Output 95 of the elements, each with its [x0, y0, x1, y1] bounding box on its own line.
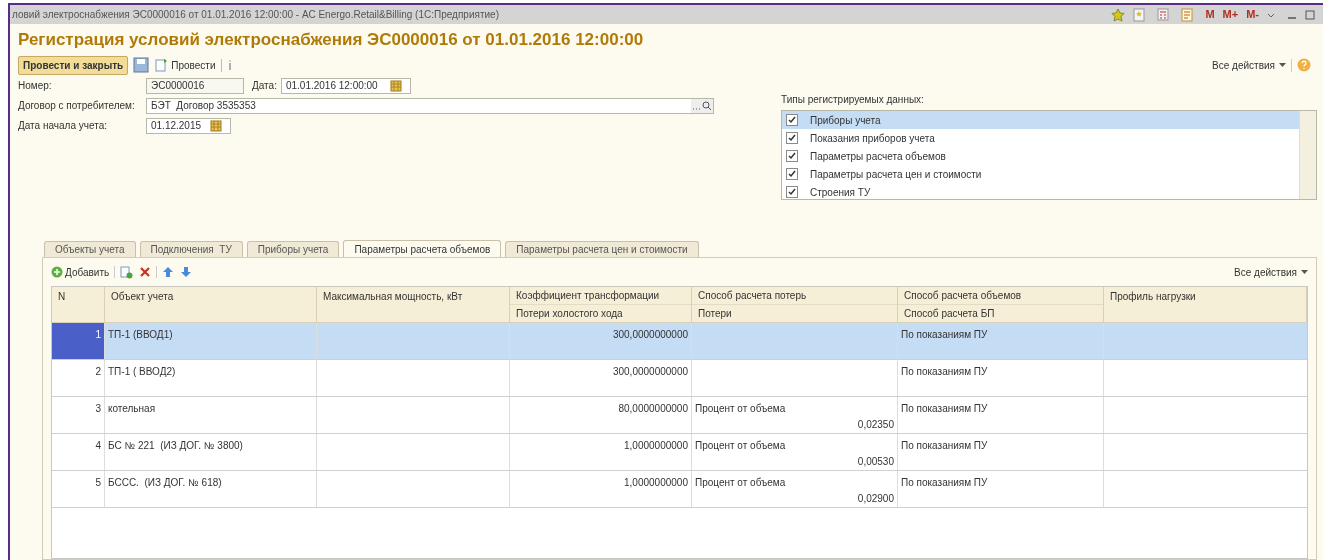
memory-button[interactable]: M [1205, 6, 1215, 23]
table-cell: Процент от объема [695, 403, 786, 414]
table-cell-text: 2 [95, 365, 101, 379]
column-header[interactable]: Максимальная мощность, кВт [317, 287, 509, 305]
checkbox[interactable] [786, 114, 798, 126]
table-cell-text: 1,0000000000 [624, 476, 688, 490]
date-field[interactable]: 01.01.2016 12:00:00 [280, 77, 411, 94]
field-label: Дата: [252, 79, 277, 93]
caret-icon [1279, 63, 1286, 67]
table-cell: По показаниям ПУ [901, 477, 988, 488]
list-item[interactable]: Строения ТУ [782, 183, 1299, 199]
checkbox[interactable] [786, 150, 798, 162]
maximize-icon[interactable] [1305, 9, 1315, 20]
tab[interactable]: Параметры расчета цен и стоимости [505, 241, 699, 257]
calendar-icon[interactable] [389, 79, 402, 92]
table-cell: Процент от объема [695, 477, 786, 488]
table-cell: По показаниям ПУ [901, 403, 988, 414]
field-label: Дата начала учета: [18, 119, 108, 133]
list-item[interactable]: Параметры расчета объемов [782, 147, 1299, 165]
delete-icon[interactable] [139, 266, 152, 278]
field-label: Номер: [18, 79, 53, 93]
column-header[interactable]: Способ расчета объемов [898, 287, 1103, 305]
column-header[interactable]: Способ расчета потерь [692, 287, 897, 305]
table-cell-text: 0,02900 [857, 491, 894, 506]
arrow-down-icon[interactable] [180, 266, 193, 278]
list-item[interactable]: Параметры расчета цен и стоимости [782, 165, 1299, 183]
table-cell-text: 1,0000000000 [624, 439, 688, 453]
table-cell-text: 80,0000000000 [618, 402, 688, 416]
copy-icon[interactable] [120, 265, 134, 279]
contract-field[interactable]: БЭТ Договор 3535353 [146, 97, 714, 114]
number-field[interactable]: ЭС0000016 [146, 77, 244, 94]
checkbox[interactable] [786, 186, 798, 198]
calculator-icon[interactable] [1157, 8, 1170, 21]
table-cell-text: 1 [95, 328, 101, 342]
calendar-icon[interactable] [210, 119, 222, 132]
window-title: ловий электроснабжения ЭС0000016 от 01.01.2016 12:00:00 - АС Energo.Retail&Billing (1С:Предприятие) [12, 8, 500, 22]
table-cell: ТП-1 (ВВОД1) [108, 329, 173, 340]
search-icon[interactable] [691, 98, 713, 113]
section-label: Типы регистрируемых данных: [781, 93, 925, 107]
table-cell: ТП-1 ( ВВОД2) [108, 366, 176, 377]
table-cell-text: 300,0000000000 [612, 328, 688, 342]
table-cell: Процент от объема [695, 440, 786, 451]
table-row[interactable]: 3 котельная 80,0000000000 Процент от объема 0,02350 По показаниям ПУ [52, 397, 1307, 434]
field-label: Договор с потребителем: [18, 99, 136, 113]
memory-button[interactable]: M- [1246, 6, 1259, 23]
date-field[interactable]: 01.12.2015 [146, 117, 231, 134]
table-cell-text: 3 [95, 402, 101, 416]
post-and-close-button[interactable]: Провести и закрыть [18, 55, 129, 75]
table-cell-text: 0,02350 [857, 417, 894, 432]
arrow-up-icon[interactable] [162, 266, 175, 278]
tab[interactable]: Подключения ТУ [139, 241, 243, 257]
column-header[interactable]: Потери [692, 304, 897, 322]
table-row[interactable]: 5 БССС. (ИЗ ДОГ. № 618) 1,0000000000 Процент от объема 0,02900 По показаниям ПУ [52, 471, 1307, 508]
column-header[interactable]: Способ расчета БП [898, 304, 1103, 322]
info-icon[interactable] [226, 59, 233, 71]
table-cell: БС № 221 (ИЗ ДОГ. № 3800) [108, 440, 243, 451]
column-header[interactable]: Коэффициент трансформации [510, 287, 691, 305]
document-icon [155, 58, 169, 72]
table-cell-text: 0,00530 [857, 454, 894, 469]
tab[interactable]: Параметры расчета объемов [343, 240, 502, 257]
table-cell: По показаниям ПУ [901, 366, 988, 377]
plus-icon [51, 266, 63, 278]
checkbox[interactable] [786, 132, 798, 144]
table-cell-text: 300,0000000000 [612, 365, 688, 379]
list-item[interactable]: Приборы учета [782, 111, 1299, 129]
save-icon[interactable] [133, 57, 150, 73]
column-header[interactable]: Потери холостого хода [510, 304, 691, 322]
table-cell: котельная [108, 403, 156, 414]
checkbox[interactable] [786, 168, 798, 180]
table-row[interactable]: 2 ТП-1 ( ВВОД2) 300,0000000000 По показаниям ПУ [52, 360, 1307, 397]
star-icon[interactable] [1111, 7, 1126, 22]
all-actions-button[interactable]: Все действия [1212, 57, 1286, 73]
table-row[interactable]: 4 БС № 221 (ИЗ ДОГ. № 3800) 1,0000000000 Процент от объема 0,00530 По показаниям ПУ [52, 434, 1307, 471]
tab[interactable]: Объекты учета [44, 241, 136, 257]
page-heading: Регистрация условий электроснабжения ЭС0000016 от 01.01.2016 12:00:00 [18, 29, 645, 51]
table-cell-text: 4 [95, 439, 101, 453]
add-button[interactable]: Добавить [51, 264, 110, 280]
tab[interactable]: Приборы учета [246, 241, 340, 257]
column-header[interactable]: Объект учета [105, 287, 316, 305]
table-cell: По показаниям ПУ [901, 329, 988, 340]
help-icon[interactable] [1297, 58, 1311, 72]
all-actions-button[interactable]: Все действия [1234, 264, 1308, 280]
table-row[interactable]: 1 ТП-1 (ВВОД1) 300,0000000000 По показаниям ПУ [52, 323, 1307, 360]
table-cell: По показаниям ПУ [901, 440, 988, 451]
table-cell-text: 5 [95, 476, 101, 490]
memory-button[interactable]: M+ [1222, 6, 1239, 23]
column-header[interactable]: Профиль нагрузки [1104, 287, 1306, 305]
list-item[interactable]: Показания приборов учета [782, 129, 1299, 147]
scrollbar[interactable] [1299, 111, 1316, 199]
column-header[interactable]: N [52, 287, 104, 305]
document-icon[interactable] [1181, 7, 1194, 22]
bookmark-icon[interactable] [1133, 7, 1146, 22]
caret-icon [1301, 270, 1308, 274]
table-cell: БССС. (ИЗ ДОГ. № 618) [108, 477, 222, 488]
post-button[interactable]: Провести [155, 57, 216, 73]
